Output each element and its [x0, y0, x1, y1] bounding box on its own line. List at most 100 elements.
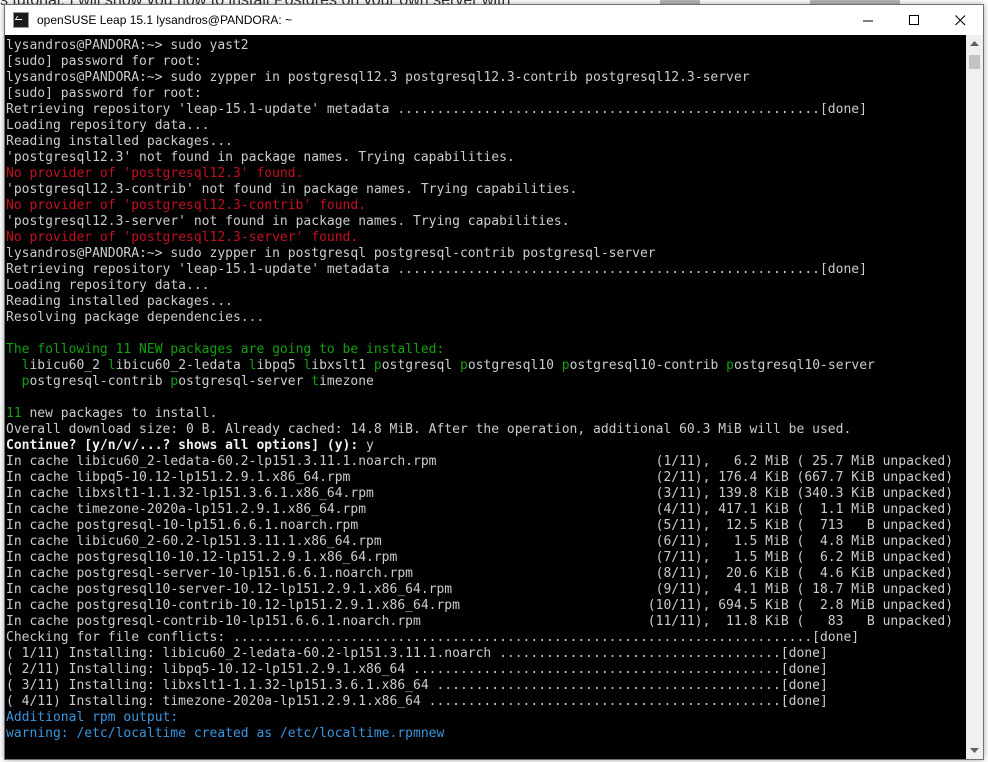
window-title: openSUSE Leap 15.1 lysandros@PANDORA: ~ — [37, 13, 293, 27]
terminal-line: lysandros@PANDORA:~> sudo zypper in post… — [6, 70, 953, 86]
terminal-line: In cache libicu60_2-60.2-lp151.3.11.1.x8… — [6, 534, 953, 550]
terminal-text: p — [726, 358, 734, 373]
terminal-text: In cache postgresql-10-lp151.6.6.1.noarc… — [6, 518, 954, 533]
terminal-line: In cache postgresql-server-10-lp151.6.6.… — [6, 566, 953, 582]
terminal-text: [sudo] password for root: — [6, 54, 202, 69]
terminal-text: In cache libxslt1-1.1.32-lp151.3.6.1.x86… — [6, 486, 954, 501]
minimize-button[interactable] — [845, 5, 891, 35]
terminal-line: In cache postgresql10-server-10.12-lp151… — [6, 582, 953, 598]
terminal-text: ( 3/11) Installing: libxslt1-1.1.32-lp15… — [6, 678, 828, 693]
terminal-text: In cache libicu60_2-ledata-60.2-lp151.3.… — [6, 454, 954, 469]
terminal-line: In cache libpq5-10.12-lp151.2.9.1.x86_64… — [6, 470, 953, 486]
terminal-line: ( 3/11) Installing: libxslt1-1.1.32-lp15… — [6, 678, 953, 694]
terminal-line: Additional rpm output: — [6, 710, 953, 726]
terminal-line: In cache libicu60_2-ledata-60.2-lp151.3.… — [6, 454, 953, 470]
terminal-app-icon[interactable] — [13, 12, 29, 28]
terminal-line: Retrieving repository 'leap-15.1-update'… — [6, 102, 953, 118]
terminal-text: 'postgresql12.3-contrib' not found in pa… — [6, 182, 578, 197]
terminal-line: Retrieving repository 'leap-15.1-update'… — [6, 262, 953, 278]
terminal-text: Retrieving repository 'leap-15.1-update'… — [6, 102, 867, 117]
scroll-up-button[interactable] — [966, 35, 983, 52]
terminal-line: Checking for file conflicts: ...........… — [6, 630, 953, 646]
scrollbar-thumb[interactable] — [969, 55, 980, 69]
terminal-line: Loading repository data... — [6, 278, 953, 294]
terminal-text: Additional rpm output: — [6, 710, 179, 725]
terminal-line: 'postgresql12.3-contrib' not found in pa… — [6, 182, 953, 198]
terminal-text: 'postgresql12.3' not found in package na… — [6, 150, 515, 165]
terminal-text: lysandros@PANDORA:~> sudo zypper in post… — [6, 70, 750, 85]
terminal-line: ( 4/11) Installing: timezone-2020a-lp151… — [6, 694, 953, 710]
terminal-text: ibicu60_2-ledata — [115, 358, 249, 373]
terminal-line: In cache postgresql-10-lp151.6.6.1.noarc… — [6, 518, 953, 534]
maximize-icon — [908, 14, 919, 25]
terminal-line: Loading repository data... — [6, 118, 953, 134]
terminal-text: lysandros@PANDORA:~> sudo zypper in post… — [6, 246, 656, 261]
terminal-line: ( 1/11) Installing: libicu60_2-ledata-60… — [6, 646, 953, 662]
terminal-text: In cache postgresql-contrib-10-lp151.6.6… — [6, 614, 954, 629]
terminal-text: ostgresql-server — [178, 374, 312, 389]
terminal-output[interactable]: lysandros@PANDORA:~> sudo yast2 [sudo] pa… — [5, 35, 966, 759]
terminal-text: p — [460, 358, 468, 373]
terminal-text: In cache timezone-2020a-lp151.2.9.1.x86_… — [6, 502, 954, 517]
terminal-text: ostgresql10 — [467, 358, 562, 373]
terminal-text: ostgresql10-server — [733, 358, 875, 373]
terminal-line: [sudo] password for root: — [6, 86, 953, 102]
terminal-text: ostgresql-contrib — [29, 374, 171, 389]
terminal-text: ( 4/11) Installing: timezone-2020a-lp151… — [6, 694, 828, 709]
terminal-text: ( 1/11) Installing: libicu60_2-ledata-60… — [6, 646, 828, 661]
scroll-down-button[interactable] — [966, 742, 983, 759]
vertical-scrollbar[interactable] — [966, 35, 983, 759]
terminal-text: ibicu60_2 — [29, 358, 108, 373]
terminal-line: No provider of 'postgresql12.3-contrib' … — [6, 198, 953, 214]
terminal-text: Checking for file conflicts: ...........… — [6, 630, 860, 645]
terminal-text: The following 11 NEW packages are going … — [6, 342, 445, 357]
terminal-text: Continue? [y/n/v/...? shows all options]… — [6, 438, 367, 453]
terminal-line: lysandros@PANDORA:~> sudo yast2 — [6, 38, 953, 54]
title-bar[interactable]: openSUSE Leap 15.1 lysandros@PANDORA: ~ — [5, 5, 983, 35]
terminal-text: No provider of 'postgresql12.3' found. — [6, 166, 304, 181]
terminal-text: lysandros@PANDORA:~> sudo yast2 — [6, 38, 249, 53]
terminal-text: In cache postgresql10-10.12-lp151.2.9.1.… — [6, 550, 954, 565]
terminal-line: No provider of 'postgresql12.3' found. — [6, 166, 953, 182]
minimize-icon — [862, 20, 873, 21]
terminal-text: ibpq5 — [256, 358, 304, 373]
terminal-text: l — [107, 358, 116, 373]
terminal-text: In cache libpq5-10.12-lp151.2.9.1.x86_64… — [6, 470, 954, 485]
terminal-text: ostgresql — [381, 358, 461, 373]
terminal-text: p — [373, 358, 382, 373]
terminal-line: No provider of 'postgresql12.3-server' f… — [6, 230, 953, 246]
terminal-line: Reading installed packages... — [6, 134, 953, 150]
terminal-line: libicu60_2 libicu60_2-ledata libpq5 libx… — [6, 358, 953, 374]
terminal-line: [sudo] password for root: — [6, 54, 953, 70]
terminal-text: warning: /etc/localtime created as /etc/… — [6, 726, 445, 741]
terminal-text: 'postgresql12.3-server' not found in pac… — [6, 214, 570, 229]
maximize-button[interactable] — [891, 5, 937, 35]
terminal-text: 11 — [6, 406, 22, 421]
terminal-text: [sudo] password for root: — [6, 86, 202, 101]
terminal-line: The following 11 NEW packages are going … — [6, 342, 953, 358]
terminal-line: Reading installed packages... — [6, 294, 953, 310]
scroll-up-icon — [970, 40, 979, 46]
terminal-text: p — [561, 358, 570, 373]
terminal-text: Loading repository data... — [6, 278, 210, 293]
terminal-text: Reading installed packages... — [6, 134, 233, 149]
terminal-window[interactable]: openSUSE Leap 15.1 lysandros@PANDORA: ~ … — [4, 4, 984, 760]
close-button[interactable] — [937, 5, 983, 35]
terminal-line: 11 new packages to install. — [6, 406, 953, 422]
terminal-line: In cache libxslt1-1.1.32-lp151.3.6.1.x86… — [6, 486, 953, 502]
terminal-line: Continue? [y/n/v/...? shows all options]… — [6, 438, 953, 454]
scroll-down-icon — [970, 747, 979, 753]
terminal-text: In cache postgresql10-contrib-10.12-lp15… — [6, 598, 954, 613]
terminal-line: In cache postgresql10-contrib-10.12-lp15… — [6, 598, 953, 614]
terminal-line: In cache postgresql-contrib-10-lp151.6.6… — [6, 614, 953, 630]
terminal-text: ostgresql10-contrib — [569, 358, 727, 373]
terminal-text: No provider of 'postgresql12.3-contrib' … — [6, 198, 367, 213]
terminal-text: ibxslt1 — [311, 358, 374, 373]
terminal-line: In cache timezone-2020a-lp151.2.9.1.x86_… — [6, 502, 953, 518]
terminal-line: warning: /etc/localtime created as /etc/… — [6, 726, 953, 742]
terminal-line: 'postgresql12.3' not found in package na… — [6, 150, 953, 166]
